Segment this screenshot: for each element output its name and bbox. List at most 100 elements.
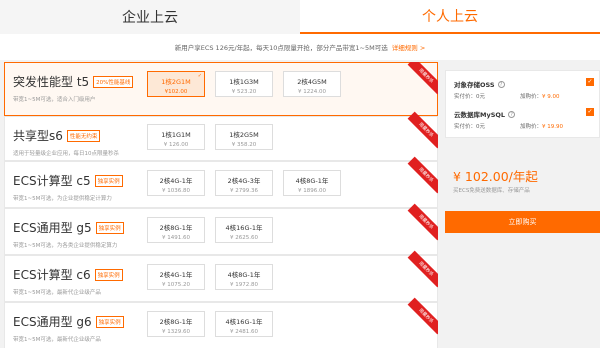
- option-price: ¥ 1036.80: [162, 188, 190, 194]
- addon-title: 对象存储OSS ?: [454, 79, 505, 89]
- option-price: ¥ 523.20: [231, 89, 257, 95]
- option-price: ¥ 126.00: [163, 142, 189, 148]
- spec-option[interactable]: 1核1G3M ¥ 523.20: [215, 71, 273, 97]
- spec-option[interactable]: 1核2G5M ¥ 358.20: [215, 124, 273, 150]
- product-card-g5[interactable]: ECS通用型 g5 独享实例 带宽1~5M可选，为各类企业提供稳定算力 2核8G…: [4, 203, 438, 255]
- option-spec: 1核1G3M: [229, 78, 259, 86]
- addon-checkbox[interactable]: ✓: [586, 108, 594, 116]
- spec-option[interactable]: 2核4G-3年 ¥ 2799.36: [215, 170, 273, 196]
- paid-price: 实付价：0元: [454, 124, 485, 130]
- addon-prices: 实付价：0元 加购价：¥ 9.00: [454, 92, 594, 100]
- option-spec: 2核8G-1年: [159, 224, 193, 232]
- option-spec: 2核4G-3年: [227, 177, 261, 185]
- addon-mysql: 云数据库MySQL ? ✓ 实付价：0元 加购价：¥ 19.90: [454, 107, 594, 133]
- total-price: ¥ 102.00/年起: [453, 169, 538, 184]
- option-price: ¥ 358.20: [231, 142, 257, 148]
- option-spec: 4核8G-1年: [295, 177, 329, 185]
- product-title: ECS计算型 c5 独享实例: [13, 172, 123, 189]
- product-badge: 独享实例: [94, 268, 123, 281]
- option-spec: 2核4G-1年: [159, 271, 193, 279]
- option-spec: 4核16G-1年: [225, 318, 263, 326]
- option-price: ¥ 2625.60: [230, 235, 258, 241]
- product-card-g6[interactable]: ECS通用型 g6 独享实例 带宽1~5M可选，最新代企业级产品 2核8G-1年…: [4, 297, 438, 348]
- flash-sale-ribbon: 限量秒杀: [407, 111, 438, 149]
- spec-option[interactable]: 2核4G-1年 ¥ 1075.20: [147, 264, 205, 290]
- spec-option[interactable]: 4核8G-1年 ¥ 1896.00: [283, 170, 341, 196]
- product-card-c6[interactable]: ECS计算型 c6 独享实例 带宽1~5M可选，最新代企业级产品 2核4G-1年…: [4, 250, 438, 302]
- spec-option[interactable]: 2核4G5M ¥ 1224.00: [283, 71, 341, 97]
- product-title: 突发性能型 t5 20%性能基线: [13, 73, 134, 90]
- addon-oss: 对象存储OSS ? ✓ 实付价：0元 加购价：¥ 9.00: [454, 77, 594, 103]
- addon-name: 云数据库MySQL: [454, 111, 506, 119]
- option-price: ¥ 1075.20: [162, 282, 190, 288]
- product-badge: 独享实例: [95, 315, 124, 328]
- option-price: ¥ 1896.00: [298, 188, 326, 194]
- buy-now-button[interactable]: 立即购买: [445, 211, 600, 233]
- spec-option[interactable]: 2核8G-1年 ¥ 1329.60: [147, 311, 205, 337]
- flash-sale-ribbon: 限量秒杀: [407, 203, 438, 241]
- product-title: ECS通用型 g6 独享实例: [13, 313, 124, 330]
- option-price: ¥ 1972.80: [230, 282, 258, 288]
- addon-price-label: 加购价：¥ 19.90: [520, 122, 563, 130]
- spec-option[interactable]: 4核8G-1年 ¥ 1972.80: [215, 264, 273, 290]
- addon-price-label: 加购价：¥ 9.00: [520, 92, 560, 100]
- option-price: ¥ 1329.60: [162, 329, 190, 335]
- promo-notice: 新用户享ECS 126元/年起，每天10点限量开抢，部分产品带宽1~5M可选 详…: [0, 34, 600, 60]
- total-desc: 买ECS免费送数据库、存储产品: [453, 188, 530, 194]
- option-price: ¥ 1491.60: [162, 235, 190, 241]
- flash-sale-ribbon: 限量秒杀: [407, 250, 438, 288]
- spec-option[interactable]: 2核8G-1年 ¥ 1491.60: [147, 217, 205, 243]
- order-summary: 对象存储OSS ? ✓ 实付价：0元 加购价：¥ 9.00 云数据库MySQL …: [445, 62, 600, 348]
- product-name: ECS通用型 g5: [13, 221, 92, 235]
- flash-sale-ribbon: 限量秒杀: [407, 297, 438, 335]
- product-desc: 带宽1~5M可选，为企业提供稳定计算力: [13, 196, 112, 202]
- help-icon[interactable]: ?: [497, 80, 505, 88]
- option-spec: 2核4G5M: [297, 78, 327, 86]
- spec-option[interactable]: ✓ 1核2G1M ¥102.00: [147, 71, 205, 97]
- product-name: ECS通用型 g6: [13, 315, 92, 329]
- product-name: ECS计算型 c5: [13, 174, 91, 188]
- option-price: ¥ 2799.36: [230, 188, 258, 194]
- option-spec: 1核2G1M: [161, 78, 191, 86]
- addon-price: ¥ 9.00: [542, 94, 560, 100]
- product-title: 共享型s6 性能无约束: [13, 127, 101, 144]
- help-icon[interactable]: ?: [508, 110, 516, 118]
- product-name: 共享型s6: [13, 129, 63, 143]
- product-card-t5[interactable]: 突发性能型 t5 20%性能基线 带宽1~5M可选，适合入门级用户 ✓ 1核2G…: [4, 62, 438, 116]
- flash-sale-ribbon: 限量秒杀: [407, 62, 438, 95]
- product-name: ECS计算型 c6: [13, 268, 91, 282]
- option-spec: 2核8G-1年: [159, 318, 193, 326]
- product-desc: 带宽1~5M可选，为各类企业提供稳定算力: [13, 243, 118, 249]
- spec-option[interactable]: 4核16G-1年 ¥ 2481.60: [215, 311, 273, 337]
- option-spec: 1核1G1M: [161, 131, 191, 139]
- product-list: 突发性能型 t5 20%性能基线 带宽1~5M可选，适合入门级用户 ✓ 1核2G…: [4, 62, 438, 348]
- product-desc: 带宽1~5M可选，最新代企业级产品: [13, 290, 101, 296]
- option-spec: 1核2G5M: [229, 131, 259, 139]
- product-badge: 性能无约束: [66, 129, 101, 142]
- addon-price: ¥ 19.90: [542, 124, 564, 130]
- addon-name: 对象存储OSS: [454, 81, 495, 89]
- option-spec: 4核16G-1年: [225, 224, 263, 232]
- addon-title: 云数据库MySQL ?: [454, 109, 516, 119]
- product-card-c5[interactable]: ECS计算型 c5 独享实例 带宽1~5M可选，为企业提供稳定计算力 2核4G-…: [4, 156, 438, 208]
- addon-checkbox[interactable]: ✓: [586, 78, 594, 86]
- tab-enterprise[interactable]: 企业上云: [0, 0, 300, 34]
- product-card-s6[interactable]: 共享型s6 性能无约束 适用于轻量级企业应用，每日10点限量秒杀 1核1G1M …: [4, 111, 438, 161]
- option-price: ¥102.00: [164, 89, 188, 95]
- product-title: ECS计算型 c6 独享实例: [13, 266, 123, 283]
- tab-personal[interactable]: 个人上云: [300, 0, 600, 34]
- option-spec: 4核8G-1年: [227, 271, 261, 279]
- spec-option[interactable]: 4核16G-1年 ¥ 2625.60: [215, 217, 273, 243]
- rules-link[interactable]: 详细规则 >: [392, 42, 426, 52]
- addon-prices: 实付价：0元 加购价：¥ 19.90: [454, 122, 594, 130]
- product-desc: 带宽1~5M可选，适合入门级用户: [13, 97, 96, 103]
- spec-option[interactable]: 2核4G-1年 ¥ 1036.80: [147, 170, 205, 196]
- paid-price: 实付价：0元: [454, 94, 485, 100]
- product-badge: 独享实例: [95, 221, 124, 234]
- product-badge: 独享实例: [94, 174, 123, 187]
- flash-sale-ribbon: 限量秒杀: [407, 156, 438, 194]
- addon-panel: 对象存储OSS ? ✓ 实付价：0元 加购价：¥ 9.00 云数据库MySQL …: [445, 70, 600, 138]
- spec-option[interactable]: 1核1G1M ¥ 126.00: [147, 124, 205, 150]
- product-badge: 20%性能基线: [93, 75, 134, 88]
- selected-check-icon: ✓: [197, 73, 202, 79]
